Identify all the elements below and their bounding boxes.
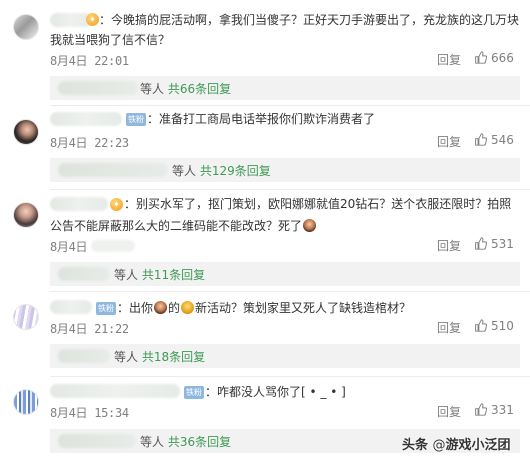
comment-text: ：今晚搞的屁活动啊，拿我们当傻子？正好天刀手游要出了，充龙族的这几万块 bbox=[99, 13, 520, 27]
reply-button[interactable]: 回复 bbox=[437, 319, 461, 336]
emoji-face-icon bbox=[303, 219, 317, 232]
comment-timestamp: 8月4日 22:01 bbox=[50, 54, 129, 68]
reply-thread-summary[interactable]: 等人 共18条回复 bbox=[50, 344, 520, 368]
reply-thread-count[interactable]: 共66条回复 bbox=[168, 82, 231, 96]
like-button[interactable]: 331 bbox=[474, 403, 514, 417]
vip-badge-icon: ✦ bbox=[86, 13, 99, 26]
fan-badge: 铁粉 bbox=[184, 386, 204, 399]
watermark-account: 游戏小泛团 bbox=[445, 438, 511, 453]
like-button[interactable]: 546 bbox=[474, 133, 514, 147]
reply-thread-count[interactable]: 共18条回复 bbox=[142, 350, 205, 364]
like-count: 510 bbox=[491, 319, 514, 333]
thumbs-up-icon bbox=[475, 51, 487, 64]
like-button[interactable]: 666 bbox=[474, 51, 514, 65]
avatar[interactable] bbox=[13, 14, 39, 40]
comment-text: ：准备打工商局电话举报你们欺诈消费者了 bbox=[147, 112, 376, 126]
thumbs-up-icon bbox=[475, 133, 487, 146]
reply-thread-prefix: 等人 bbox=[172, 164, 197, 178]
reply-thread-prefix: 等人 bbox=[114, 350, 139, 364]
reply-button[interactable]: 回复 bbox=[437, 237, 461, 254]
reply-author-blurred bbox=[58, 81, 138, 95]
reply-thread-prefix: 等人 bbox=[140, 82, 165, 96]
emoji-beer-icon bbox=[181, 301, 195, 314]
reply-thread-count[interactable]: 共129条回复 bbox=[200, 164, 271, 178]
comment-text: ：别买水军了，抠门策划，欧阳娜娜就值20钻石？送个衣服还限时？拍照 bbox=[124, 197, 512, 211]
fan-badge: 铁粉 bbox=[126, 113, 146, 126]
thumbs-up-icon bbox=[475, 403, 487, 416]
thumbs-up-icon bbox=[475, 237, 487, 250]
comment-1: ✦ ：今晚搞的屁活动啊，拿我们当傻子？正好天刀手游要出了，充龙族的这几万块 我就… bbox=[0, 0, 530, 100]
emoji-face-icon bbox=[154, 301, 168, 314]
reply-thread-prefix: 等人 bbox=[140, 435, 165, 449]
comment-4: 铁粉 ：出你的新活动？策划家里又死人了缺钱造棺材？ 8月4日 21:22 回复 … bbox=[0, 292, 530, 376]
comment-timestamp: 8月4日 21:22 bbox=[50, 322, 129, 336]
reply-author-blurred bbox=[58, 267, 110, 281]
watermark-at: @ bbox=[432, 438, 446, 453]
reply-thread-summary[interactable]: 等人 共11条回复 bbox=[50, 262, 520, 286]
reply-thread-summary[interactable]: 等人 共66条回复 bbox=[50, 76, 520, 100]
comment-timestamp: 8月4日 22:23 bbox=[50, 136, 129, 150]
username-blurred[interactable] bbox=[50, 112, 122, 126]
avatar[interactable] bbox=[13, 202, 39, 228]
comment-text-line2: 我就当喂狗了信不信？ bbox=[50, 33, 171, 47]
reply-thread-count[interactable]: 共36条回复 bbox=[168, 435, 231, 449]
reply-author-blurred bbox=[58, 434, 136, 448]
username-blurred[interactable] bbox=[50, 384, 180, 398]
comment-text: ：出你的新活动？策划家里又死人了缺钱造棺材？ bbox=[117, 301, 412, 315]
comment-3: ✦ ：别买水军了，抠门策划，欧阳娜娜就值20钻石？送个衣服还限时？拍照 公告不能… bbox=[0, 190, 530, 290]
thumbs-up-icon bbox=[475, 319, 487, 332]
like-count: 666 bbox=[491, 51, 514, 65]
reply-thread-summary[interactable]: 等人 共129条回复 bbox=[50, 158, 520, 182]
like-button[interactable]: 510 bbox=[474, 319, 514, 333]
watermark: 头条 @游戏小泛团 bbox=[402, 434, 511, 453]
like-count: 331 bbox=[491, 403, 514, 417]
comment-timestamp: 8月4日 15:34 bbox=[50, 406, 129, 420]
comment-timestamp: 8月4日 bbox=[50, 238, 136, 255]
avatar[interactable] bbox=[13, 389, 39, 415]
username-blurred[interactable] bbox=[50, 197, 108, 211]
like-count: 546 bbox=[491, 133, 514, 147]
fan-badge: 铁粉 bbox=[96, 302, 116, 315]
comment-2: 铁粉 ：准备打工商局电话举报你们欺诈消费者了 8月4日 22:23 回复 546… bbox=[0, 106, 530, 190]
like-button[interactable]: 531 bbox=[474, 237, 514, 251]
timestamp-time-blurred bbox=[91, 240, 136, 252]
avatar[interactable] bbox=[13, 119, 39, 145]
reply-thread-prefix: 等人 bbox=[114, 268, 139, 282]
vip-badge-icon: ✦ bbox=[110, 198, 123, 211]
username-blurred[interactable] bbox=[50, 300, 92, 314]
reply-button[interactable]: 回复 bbox=[437, 133, 461, 150]
comment-text-line2: 公告不能屏蔽那么大的二维码能不能改改？死了 bbox=[50, 217, 317, 235]
watermark-prefix: 头条 bbox=[402, 438, 429, 453]
reply-button[interactable]: 回复 bbox=[437, 51, 461, 68]
reply-author-blurred bbox=[58, 163, 168, 177]
like-count: 531 bbox=[491, 237, 514, 251]
reply-thread-count[interactable]: 共11条回复 bbox=[142, 268, 205, 282]
reply-button[interactable]: 回复 bbox=[437, 403, 461, 420]
reply-author-blurred bbox=[58, 349, 110, 363]
comment-text: ：咋都没人骂你了[ • _ • ] bbox=[205, 385, 346, 399]
avatar[interactable] bbox=[13, 304, 39, 330]
